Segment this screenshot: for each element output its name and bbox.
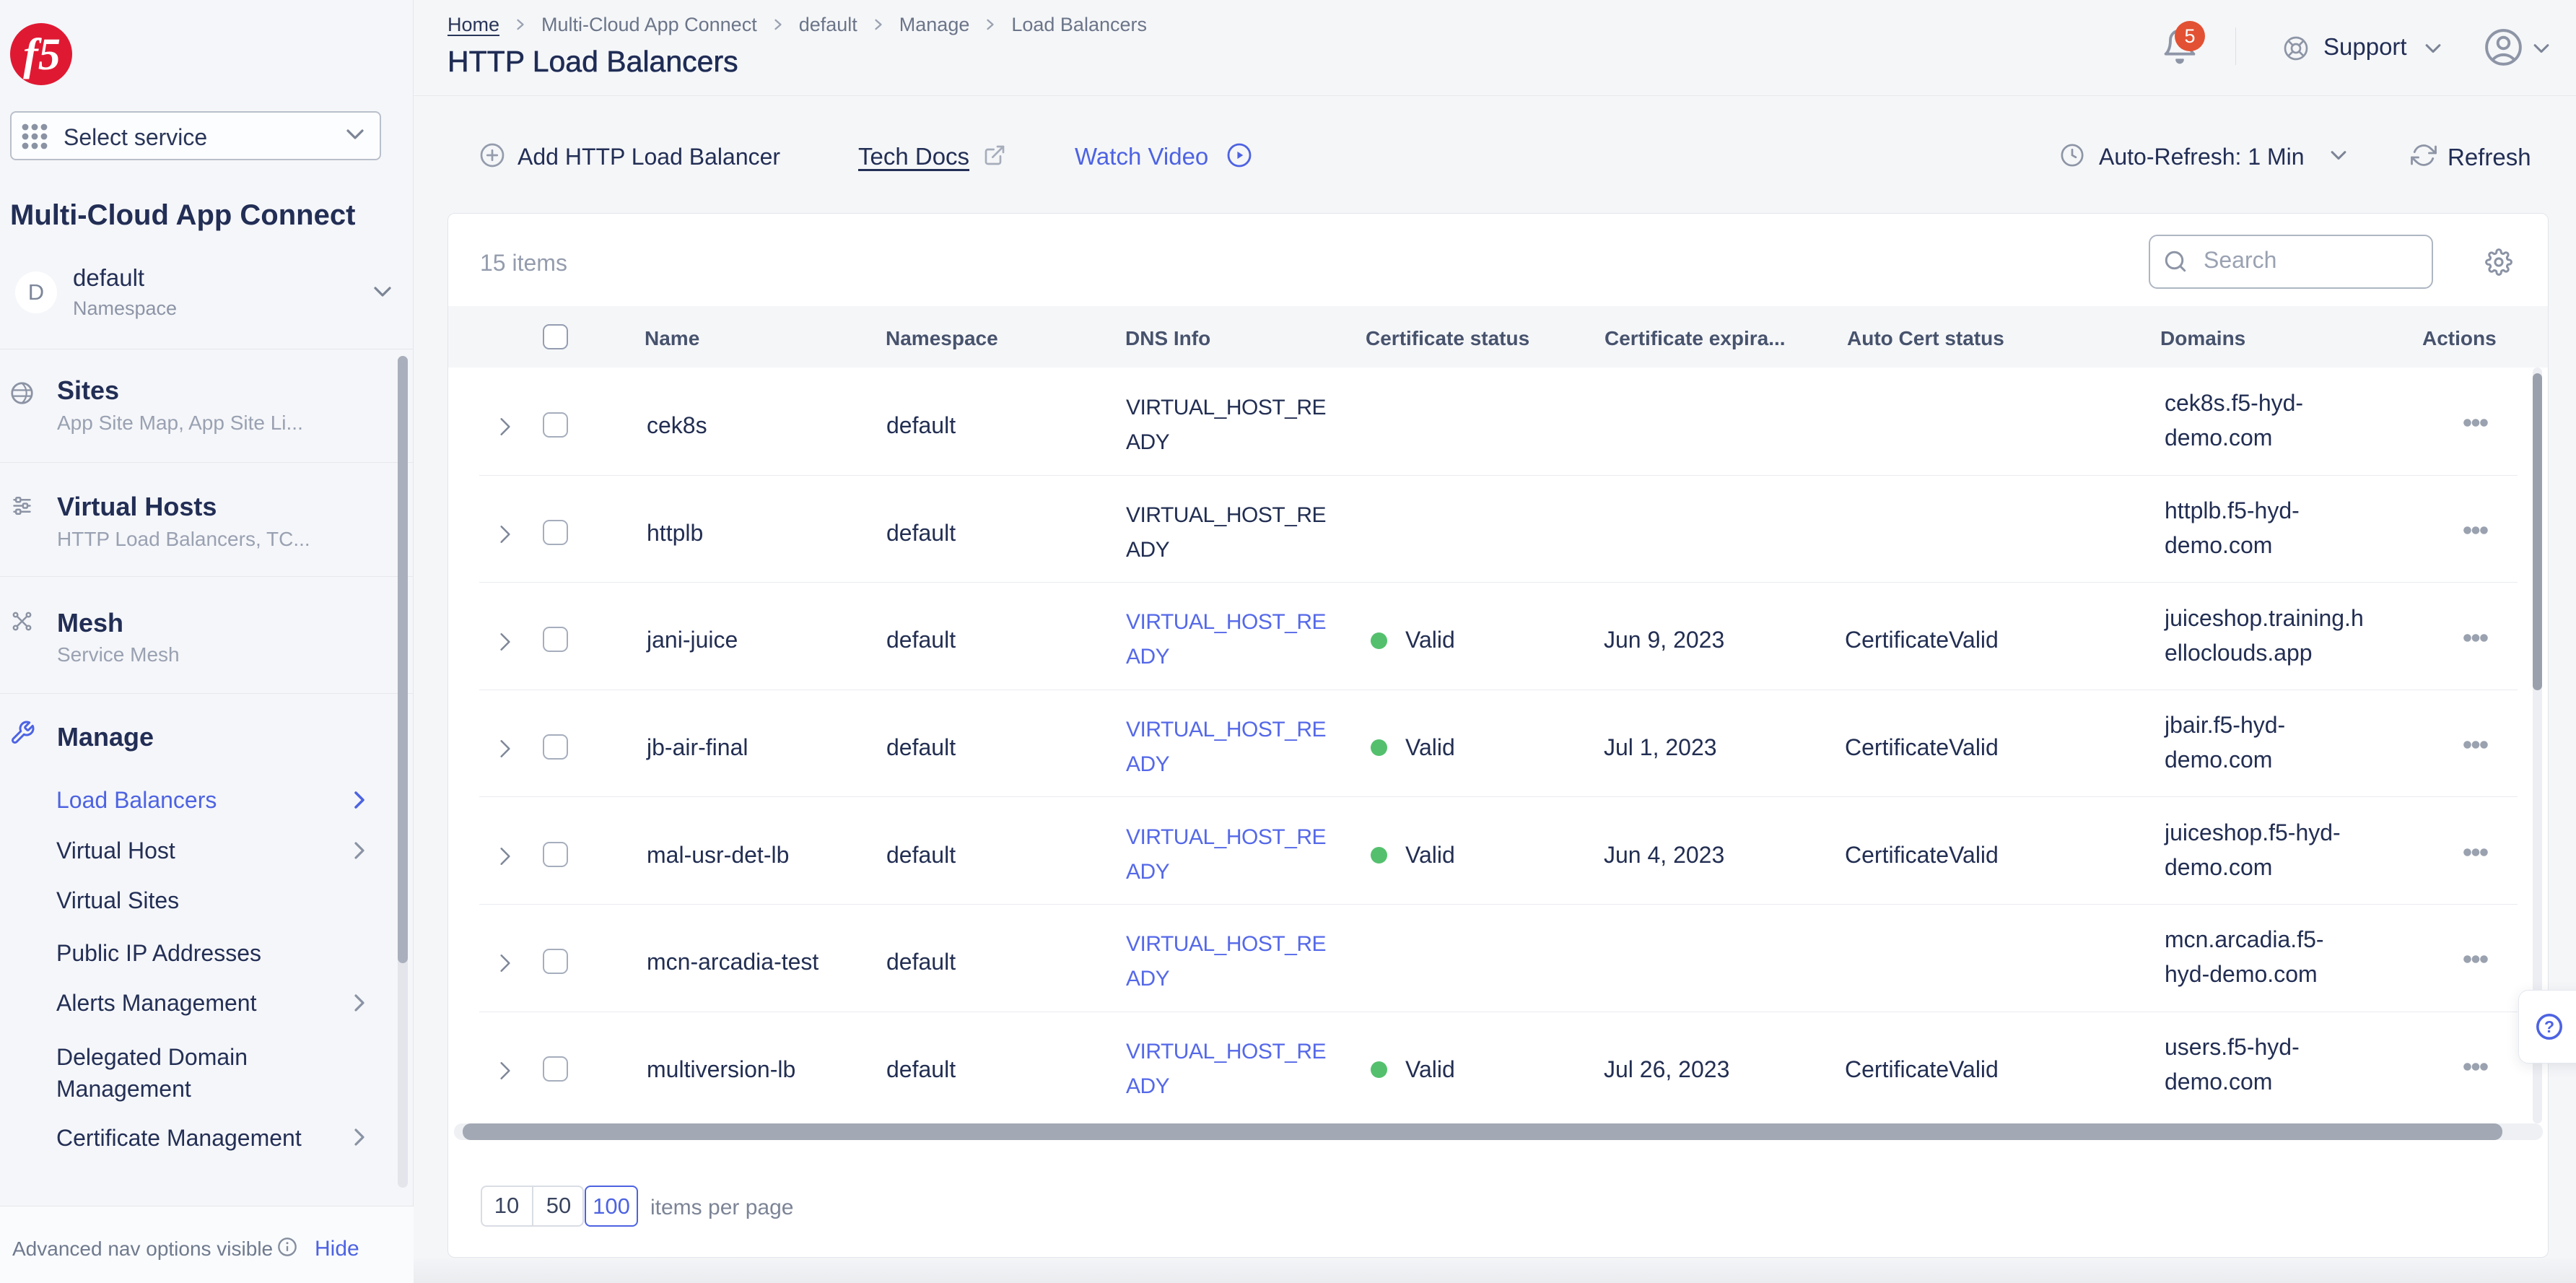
svg-text:?: ? xyxy=(2544,1017,2554,1036)
svg-text:f5: f5 xyxy=(23,30,61,79)
